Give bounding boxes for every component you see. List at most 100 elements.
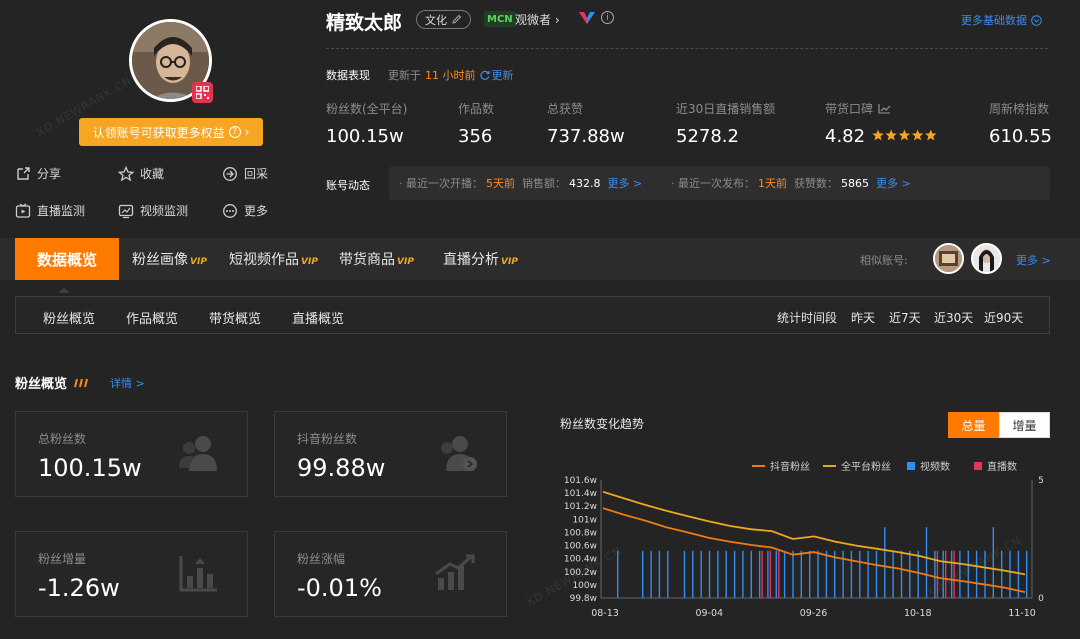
range-30d[interactable]: 近30天 [934, 309, 973, 326]
y-tick-label: 101.6w [564, 476, 597, 486]
video-count-bar[interactable] [758, 550, 761, 598]
subtab-fans[interactable]: 粉丝概览 [43, 308, 95, 327]
back-icon [223, 166, 237, 181]
range-yesterday[interactable]: 昨天 [851, 309, 875, 326]
video-monitor-button[interactable]: 视频监测 [118, 202, 188, 219]
video-count-bar[interactable] [700, 550, 702, 598]
qr-code-icon[interactable] [192, 82, 213, 103]
similar-account-avatar[interactable] [971, 243, 1002, 274]
video-count-bar[interactable] [783, 550, 786, 598]
recollect-button[interactable]: 回采 [222, 165, 268, 182]
video-count-bar[interactable] [942, 550, 944, 598]
video-count-bar[interactable] [750, 550, 752, 598]
category-tag[interactable]: 文化 [416, 10, 471, 29]
section-detail-link[interactable]: 详情 > [110, 375, 145, 391]
douyin-fans-line[interactable] [602, 507, 1026, 593]
video-count-bar[interactable] [875, 550, 878, 598]
video-count-bar[interactable] [867, 550, 869, 598]
video-count-bar[interactable] [733, 550, 736, 598]
video-count-bar[interactable] [667, 550, 669, 598]
video-count-bar[interactable] [1001, 550, 1003, 598]
video-count-bar[interactable] [650, 550, 652, 598]
video-count-bar[interactable] [717, 550, 719, 598]
video-count-bar[interactable] [800, 550, 802, 598]
video-count-bar[interactable] [900, 550, 903, 598]
live-count-bar[interactable] [761, 550, 763, 598]
video-count-bar[interactable] [967, 550, 969, 598]
video-count-bar[interactable] [859, 550, 861, 598]
bar-growth-icon [179, 556, 217, 592]
share-button[interactable]: 分享 [15, 165, 61, 182]
stat-index-value: 610.55 [989, 126, 1052, 147]
video-count-bar[interactable] [850, 550, 853, 598]
mcn-link[interactable]: 观微者 › [515, 11, 560, 28]
claim-account-button[interactable]: 认领账号可获取更多权益 ? › [79, 118, 263, 146]
users-icon [179, 436, 217, 471]
subtab-works[interactable]: 作品概览 [126, 308, 178, 327]
favorite-button[interactable]: 收藏 [118, 165, 164, 182]
vip-badge: VIP [397, 257, 414, 267]
video-count-bar[interactable] [658, 550, 661, 598]
info-icon[interactable]: i [601, 11, 614, 24]
stat-likes-value: 737.88w [547, 126, 625, 147]
subtab-live[interactable]: 直播概览 [292, 308, 344, 327]
more-actions-button[interactable]: 更多 [222, 202, 268, 219]
video-count-bar[interactable] [683, 550, 686, 598]
video-count-bar[interactable] [975, 550, 978, 598]
tab-goods[interactable]: 带货商品 VIP [339, 249, 414, 269]
refresh-button[interactable]: 更新 [479, 67, 514, 83]
tab-live-analysis[interactable]: 直播分析 VIP [443, 249, 518, 269]
live-count-bar[interactable] [936, 550, 939, 598]
video-count-bar[interactable] [825, 550, 828, 598]
live-count-bar[interactable] [953, 550, 955, 598]
video-count-bar[interactable] [1009, 550, 1011, 598]
toggle-total[interactable]: 总量 [948, 412, 999, 438]
video-count-bar[interactable] [809, 550, 811, 598]
video-monitor-icon [118, 204, 134, 218]
video-count-bar[interactable] [909, 550, 911, 598]
video-count-bar[interactable] [708, 550, 711, 598]
tab-short-videos[interactable]: 短视频作品 VIP [229, 249, 318, 269]
toggle-increment[interactable]: 增量 [999, 412, 1050, 438]
video-count-bar[interactable] [950, 550, 953, 598]
video-count-bar[interactable] [775, 550, 777, 598]
updated-prefix: 更新于 [388, 69, 421, 82]
live-more-link[interactable]: 更多 > [608, 175, 643, 191]
similar-account-avatar[interactable] [933, 243, 964, 274]
more-basic-data-link[interactable]: 更多基础数据 [961, 12, 1042, 28]
fans-trend-chart[interactable]: 101.6w 101.4w 101.2w 101w 100.8w 100.6w 100.4w… [560, 470, 1060, 630]
video-count-bar[interactable] [925, 527, 928, 598]
tab-label: 带货商品 [339, 252, 395, 268]
range-7d[interactable]: 近7天 [889, 309, 921, 326]
tab-data-overview[interactable]: 数据概览 [15, 238, 119, 280]
video-count-bar[interactable] [934, 550, 936, 598]
all-platform-fans-line[interactable] [602, 490, 1026, 576]
range-90d[interactable]: 近90天 [984, 309, 1023, 326]
video-count-bar[interactable] [884, 527, 886, 598]
video-count-bar[interactable] [892, 550, 894, 598]
live-count-bar[interactable] [945, 550, 947, 598]
similar-more-link[interactable]: 更多 > [1016, 252, 1051, 268]
live-count-bar[interactable] [778, 550, 780, 598]
video-count-bar[interactable] [992, 527, 994, 598]
video-count-bar[interactable] [959, 550, 961, 598]
video-count-bar[interactable] [642, 550, 644, 598]
subtab-goods[interactable]: 带货概览 [209, 308, 261, 327]
more-actions-label: 更多 [244, 204, 269, 218]
video-count-bar[interactable] [817, 550, 819, 598]
video-count-bar[interactable] [984, 550, 986, 598]
live-count-bar[interactable] [769, 550, 772, 598]
video-count-bar[interactable] [692, 550, 694, 598]
video-count-bar[interactable] [742, 550, 744, 598]
video-count-bar[interactable] [725, 550, 727, 598]
video-count-bar[interactable] [792, 550, 794, 598]
tab-fan-profile[interactable]: 粉丝画像 VIP [132, 249, 207, 269]
video-count-bar[interactable] [917, 550, 919, 598]
card-value: -0.01% [297, 574, 382, 602]
live-monitor-button[interactable]: 直播监测 [15, 202, 85, 219]
post-more-link[interactable]: 更多 > [876, 175, 911, 191]
video-count-bar[interactable] [1026, 550, 1028, 598]
trend-chart-icon[interactable] [878, 103, 891, 114]
video-count-bar[interactable] [617, 550, 619, 598]
video-count-bar[interactable] [767, 550, 769, 598]
